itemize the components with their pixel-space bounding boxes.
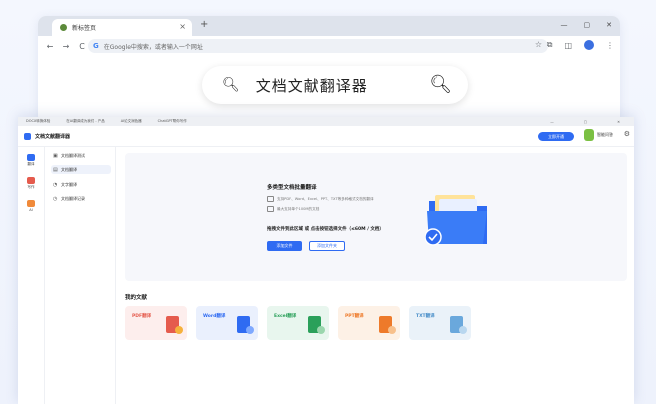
side-panel-icon[interactable]: ◫	[564, 41, 572, 50]
tab-close-icon[interactable]: ×	[179, 22, 186, 31]
address-placeholder: 在Google中搜索，或者输入一个网址	[103, 43, 203, 51]
rail-item-writing[interactable]: 写作	[23, 177, 39, 190]
format-icon	[267, 196, 274, 202]
document-translate-icon: ▤	[53, 166, 58, 173]
browser-tab[interactable]: 新标签页 ×	[52, 19, 192, 36]
size-icon	[267, 206, 274, 212]
card-label: PPT翻译	[345, 314, 364, 319]
subnav-label: 文字翻译	[61, 181, 77, 187]
text-icon: ◔	[53, 181, 58, 188]
browser-tabbar: 新标签页 × + — ▢ ✕	[38, 16, 620, 36]
sub-navigation: ▣ 文档翻译测试 ▤ 文档翻译 ◔ 文字翻译 ◷ 文档翻译记录	[45, 146, 116, 404]
search-submit-icon[interactable]: 🔍︎	[429, 74, 452, 95]
app-logo-icon	[24, 132, 31, 140]
subnav-item-doc-test[interactable]: ▣ 文档翻译测试	[51, 151, 111, 160]
card-label: Excel翻译	[274, 314, 297, 319]
app-header: 文档文献翻译器 立即开通 智能问答 ⚙	[18, 126, 634, 147]
profile-avatar-icon[interactable]	[584, 40, 594, 50]
assistant-label: 智能问答	[597, 132, 613, 137]
ai-icon	[27, 200, 35, 207]
browser-window-controls: — ▢ ✕	[561, 21, 613, 29]
subnav-label: 文档翻译记录	[61, 195, 85, 201]
assistant-button[interactable]: 智能问答	[584, 129, 613, 141]
ppt-translate-card[interactable]: PPT翻译	[338, 306, 400, 340]
subnav-item-doc-translate[interactable]: ▤ 文档翻译	[51, 165, 111, 174]
search-query: 文档文献翻译器	[255, 76, 368, 95]
close-icon[interactable]: ✕	[606, 21, 612, 29]
reload-icon[interactable]: C	[78, 42, 86, 51]
translate-icon	[27, 154, 35, 161]
app-tab[interactable]: ChatGPT帮你写作	[158, 119, 187, 124]
rail-label: AI	[29, 208, 33, 212]
subnav-label: 文档翻译	[61, 166, 77, 172]
subnav-item-text-translate[interactable]: ◔ 文字翻译	[51, 180, 111, 189]
history-icon: ◷	[53, 195, 58, 202]
browser-toolbar: ← → C G 在Google中搜索，或者输入一个网址 ☆ ⧉ ◫ ⋮	[38, 36, 620, 56]
feature-text: 最大支持单个100M的文档	[277, 206, 320, 211]
excel-badge-icon	[317, 326, 325, 334]
rail-item-translate[interactable]: 翻译	[23, 154, 39, 167]
txt-badge-icon	[459, 326, 467, 334]
ppt-badge-icon	[388, 326, 396, 334]
drop-hint: 拖拽文件到此区域 或 点击按钮选择文件（≤60M / 文档）	[267, 227, 384, 232]
robot-icon	[584, 129, 594, 141]
excel-translate-card[interactable]: Excel翻译	[267, 306, 329, 340]
address-bar[interactable]: G 在Google中搜索，或者输入一个网址 ☆	[88, 39, 548, 53]
extensions-icon[interactable]: ⧉	[547, 40, 553, 50]
maximize-icon[interactable]: ▢	[584, 21, 591, 29]
app-window: DOCX转换体验 在AI翻译成为我们 - 产品 AI论文润色器 ChatGPT帮…	[18, 117, 634, 404]
back-icon[interactable]: ←	[46, 42, 54, 51]
document-icon: ▣	[53, 152, 58, 159]
section-title: 我的文献	[125, 295, 148, 301]
tab-favicon-icon	[60, 24, 67, 31]
app-window-controls: — ▢ ✕	[542, 120, 628, 124]
bookmark-star-icon[interactable]: ☆	[535, 40, 542, 49]
forward-icon[interactable]: →	[62, 42, 70, 51]
app-tabstrip: DOCX转换体验 在AI翻译成为我们 - 产品 AI论文润色器 ChatGPT帮…	[18, 117, 634, 126]
minimize-icon[interactable]: —	[561, 21, 568, 29]
app-rail: 翻译 写作 AI	[18, 146, 45, 404]
panel-title: 多类型文档批量翻译	[267, 185, 317, 191]
app-maximize-icon[interactable]: ▢	[584, 120, 587, 124]
txt-translate-card[interactable]: TXT翻译	[409, 306, 471, 340]
gear-icon[interactable]: ⚙	[624, 130, 630, 138]
feature-item: 最大支持单个100M的文档	[267, 206, 319, 212]
folder-icon	[425, 195, 487, 246]
pdf-translate-card[interactable]: PDF翻译	[125, 306, 187, 340]
app-tab[interactable]: 在AI翻译成为我们 - 产品	[66, 119, 104, 124]
rail-label: 翻译	[27, 162, 35, 166]
subscribe-button[interactable]: 立即开通	[538, 132, 574, 141]
browser-menu-icon[interactable]: ⋮	[606, 41, 614, 50]
app-tab[interactable]: DOCX转换体验	[26, 119, 50, 124]
writing-icon	[27, 177, 35, 184]
app-title: 文档文献翻译器	[35, 133, 71, 140]
subnav-label: 文档翻译测试	[61, 152, 85, 158]
toolbar-actions: ⧉ ◫ ⋮	[547, 40, 614, 50]
subnav-item-history[interactable]: ◷ 文档翻译记录	[51, 194, 111, 203]
word-badge-icon	[246, 326, 254, 334]
card-label: TXT翻译	[416, 314, 435, 319]
add-folder-button[interactable]: 添加文件夹	[309, 241, 345, 251]
word-translate-card[interactable]: Word翻译	[196, 306, 258, 340]
card-label: PDF翻译	[132, 314, 152, 319]
rail-label: 写作	[27, 185, 35, 189]
app-minimize-icon[interactable]: —	[550, 120, 554, 124]
pdf-badge-icon	[175, 326, 183, 334]
add-file-button[interactable]: 添加文件	[267, 241, 302, 251]
browser-window: 新标签页 × + — ▢ ✕ ← → C G 在Google中搜索，或者输入一个…	[38, 16, 620, 120]
rail-item-ai[interactable]: AI	[23, 200, 39, 212]
feature-item: 支持PDF、Word、Excel、PPT、TXT等多种格式文档的翻译	[267, 196, 374, 202]
upload-panel[interactable]: 多类型文档批量翻译 支持PDF、Word、Excel、PPT、TXT等多种格式文…	[125, 153, 627, 281]
card-label: Word翻译	[203, 314, 226, 319]
tab-title: 新标签页	[72, 25, 97, 32]
feature-text: 支持PDF、Word、Excel、PPT、TXT等多种格式文档的翻译	[277, 196, 374, 201]
search-icon: 🔍︎	[222, 77, 240, 93]
new-tab-icon[interactable]: +	[200, 19, 208, 30]
google-icon: G	[93, 42, 99, 50]
app-close-icon[interactable]: ✕	[617, 120, 620, 124]
search-box[interactable]: 🔍︎ 文档文献翻译器 🔍︎	[202, 66, 468, 104]
app-tab[interactable]: AI论文润色器	[121, 119, 142, 124]
